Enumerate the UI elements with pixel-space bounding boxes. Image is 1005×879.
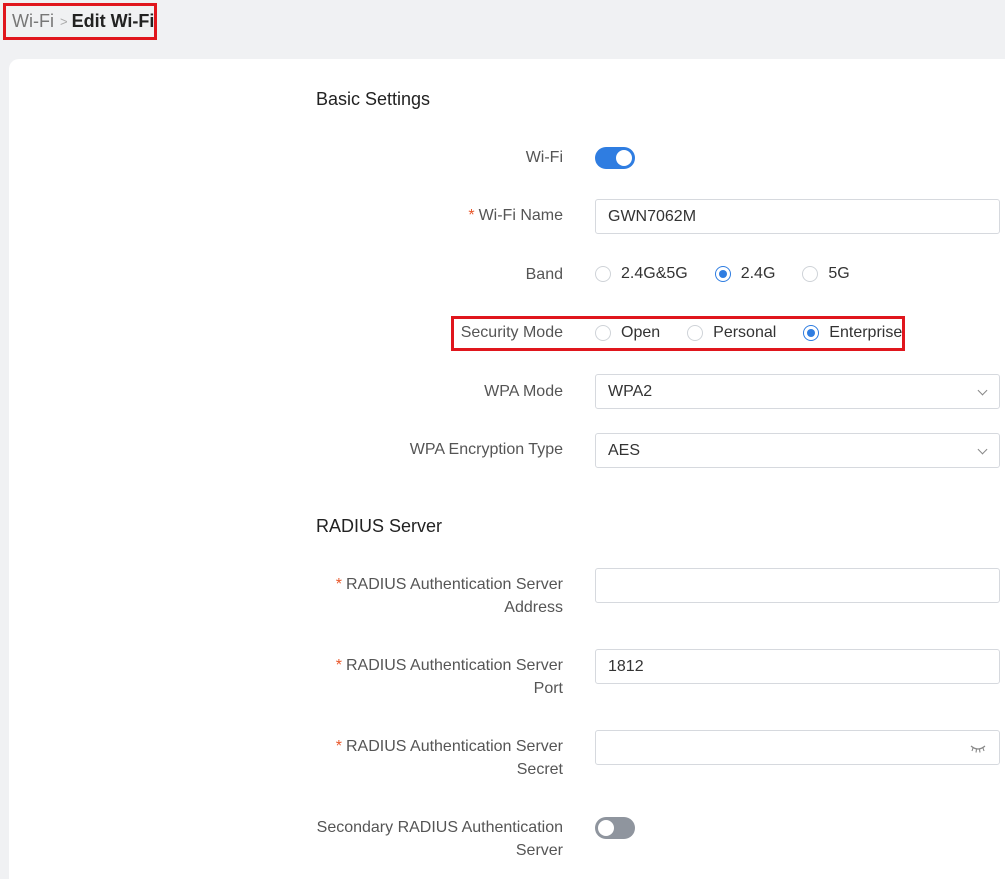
- breadcrumb-separator-icon: >: [59, 14, 68, 29]
- radius-auth-address-input[interactable]: [595, 568, 1000, 603]
- radio-circle-checked: [803, 325, 820, 341]
- radius-auth-secret-label: * RADIUS Authentication Server Secret: [335, 738, 563, 778]
- band-option-2-4g[interactable]: 2.4G: [714, 265, 775, 283]
- security-mode-label: Security Mode: [460, 324, 563, 341]
- wifi-toggle-label: Wi-Fi: [525, 149, 563, 166]
- security-option-open[interactable]: Open: [595, 324, 660, 342]
- required-asterisk: *: [335, 657, 342, 674]
- wpa-encryption-select[interactable]: AES: [595, 433, 1000, 468]
- radius-auth-address-label: * RADIUS Authentication Server Address: [335, 576, 563, 616]
- radio-circle-checked: [714, 266, 731, 282]
- radio-circle: [595, 325, 611, 341]
- security-option-personal[interactable]: Personal: [687, 324, 776, 342]
- toggle-knob: [598, 820, 614, 836]
- required-asterisk: *: [335, 576, 342, 593]
- breadcrumb-current: Edit Wi-Fi: [71, 11, 155, 31]
- radio-circle: [802, 266, 819, 282]
- basic-settings-title: Basic Settings: [316, 89, 431, 109]
- required-asterisk: *: [468, 207, 475, 224]
- band-option-5g[interactable]: 5G: [802, 265, 850, 283]
- secondary-radius-toggle[interactable]: [595, 817, 635, 839]
- wpa-mode-value: WPA2: [595, 374, 1000, 409]
- eye-closed-icon[interactable]: [970, 743, 986, 753]
- wpa-mode-select[interactable]: WPA2: [595, 374, 1000, 409]
- security-option-enterprise[interactable]: Enterprise: [803, 324, 902, 342]
- band-option-dual[interactable]: 2.4G&5G: [595, 265, 688, 283]
- radius-server-title: RADIUS Server: [316, 516, 443, 536]
- radius-auth-secret-input[interactable]: [595, 730, 1000, 765]
- band-label: Band: [525, 266, 563, 283]
- breadcrumb: Wi-Fi > Edit Wi-Fi: [3, 3, 157, 40]
- toggle-knob: [616, 150, 632, 166]
- wifi-name-label: * Wi-Fi Name: [468, 207, 563, 224]
- radius-auth-port-input[interactable]: [595, 649, 1000, 684]
- band-radio-group: 2.4G&5G 2.4G 5G: [595, 263, 850, 285]
- radio-circle: [687, 325, 704, 341]
- secondary-radius-label: Secondary RADIUS Authentication Server: [316, 819, 563, 859]
- radio-circle: [595, 266, 611, 282]
- wpa-encryption-value: AES: [595, 433, 1000, 468]
- radius-auth-secret-field: [595, 730, 1000, 765]
- radius-auth-port-label: * RADIUS Authentication Server Port: [335, 657, 563, 697]
- wpa-mode-label: WPA Mode: [484, 383, 563, 400]
- wifi-name-input[interactable]: [595, 199, 1000, 234]
- breadcrumb-parent-link[interactable]: Wi-Fi: [12, 11, 54, 32]
- required-asterisk: *: [335, 738, 342, 755]
- wifi-toggle[interactable]: [595, 147, 635, 169]
- wpa-encryption-label: WPA Encryption Type: [409, 441, 563, 458]
- security-mode-radio-group: Open Personal Enterprise: [595, 322, 902, 344]
